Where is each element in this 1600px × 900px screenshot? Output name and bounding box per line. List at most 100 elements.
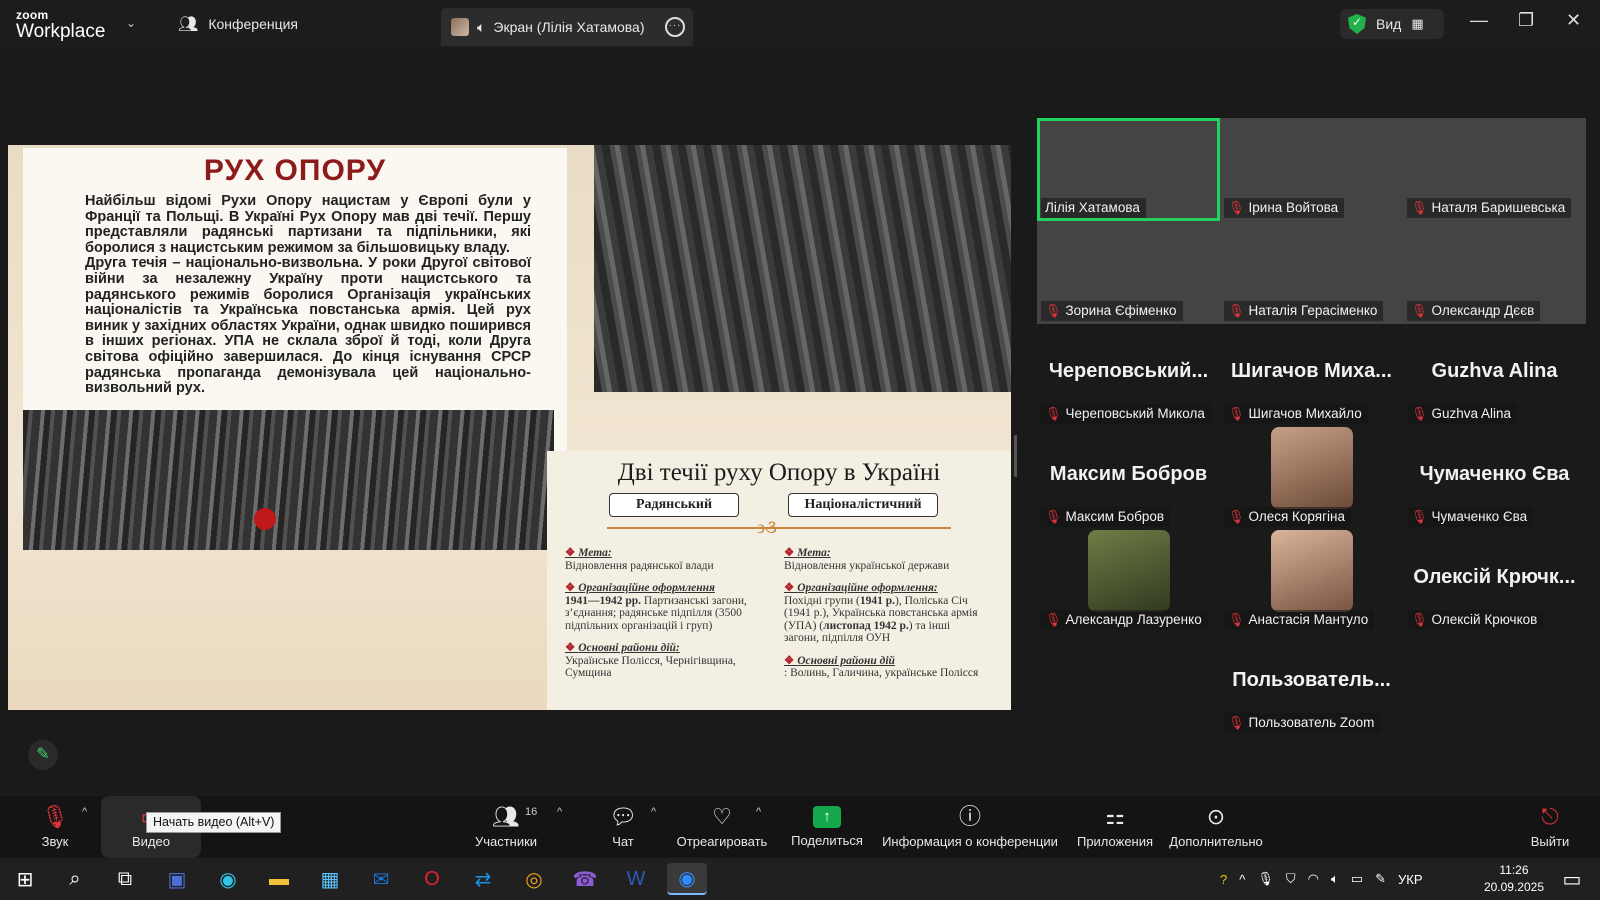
microphone-icon[interactable]: 🎙︎ bbox=[1257, 871, 1274, 887]
participant-tile[interactable]: 🎙︎ Зорина Єфіменко bbox=[1037, 221, 1220, 324]
participant-tile[interactable]: Лілія Хатамова bbox=[1037, 118, 1220, 221]
participant-name: Александр Лазуренко bbox=[1065, 612, 1202, 627]
participant-tile[interactable]: Шигачов Миха... 🎙︎ Шигачов Михайло bbox=[1220, 324, 1403, 427]
participants-caret-icon[interactable]: ^ bbox=[557, 806, 562, 818]
participant-tile[interactable]: Guzhva Alina 🎙︎ Guzhva Alina bbox=[1403, 324, 1586, 427]
areas-heading: Основні райони дій: bbox=[565, 642, 761, 655]
chat-button[interactable]: 💬︎ Чат bbox=[598, 796, 648, 858]
participant-name-tag: 🎙︎ Шигачов Михайло bbox=[1224, 404, 1368, 424]
speaker-icon: 🔈︎ bbox=[477, 18, 486, 35]
presentation-slide: РУХ ОПОРУ Найбільш відомі Рухи Опору нац… bbox=[8, 145, 1011, 710]
share-button[interactable]: ↑ Поделиться bbox=[784, 796, 870, 858]
more-icon: ⊙ bbox=[1206, 804, 1226, 829]
audio-button[interactable]: 🎙︎ Звук bbox=[30, 796, 80, 858]
meeting-info-button[interactable]: ⓘ Информация о конференции bbox=[880, 796, 1060, 858]
mic-muted-icon: 🎙︎ bbox=[1228, 612, 1245, 627]
participant-tile[interactable]: 🎙︎ Ірина Войтова bbox=[1220, 118, 1403, 221]
more-options-icon[interactable]: ··· bbox=[665, 17, 685, 37]
opera-icon[interactable]: O bbox=[412, 863, 452, 895]
mic-muted-icon: 🎙︎ bbox=[1045, 303, 1062, 318]
restore-icon[interactable]: ❐ bbox=[1518, 10, 1534, 31]
apps-label: Приложения bbox=[1076, 834, 1154, 849]
tab-screen-share[interactable]: 🔈︎ Экран (Лілія Хатамова) ··· bbox=[441, 8, 693, 46]
participant-tile[interactable]: Чумаченко Єва 🎙︎ Чумаченко Єва bbox=[1403, 427, 1586, 530]
more-button[interactable]: ⊙ Дополнительно bbox=[1166, 796, 1266, 858]
clock-date: 20.09.2025 bbox=[1483, 880, 1544, 894]
info-icon: ⓘ bbox=[958, 804, 981, 829]
help-icon[interactable]: ? bbox=[1220, 872, 1227, 887]
audio-options-caret-icon[interactable]: ^ bbox=[82, 806, 87, 818]
annotate-pencil-icon[interactable]: ✎ bbox=[28, 740, 58, 770]
participant-tile[interactable]: 🎙︎ Наталя Баришевська bbox=[1403, 118, 1586, 221]
presenter-thumb bbox=[451, 18, 469, 36]
participant-tile[interactable]: Максим Бобров 🎙︎ Максим Бобров bbox=[1037, 427, 1220, 530]
chrome-icon[interactable]: ◎ bbox=[514, 863, 554, 895]
keyboard-language[interactable]: УКР bbox=[1398, 872, 1423, 887]
search-icon[interactable]: ⌕ bbox=[55, 863, 95, 895]
store-icon[interactable]: ▦ bbox=[310, 863, 350, 895]
mic-muted-icon: 🎙︎ bbox=[1045, 509, 1062, 524]
windows-start-icon[interactable]: ⊞ bbox=[5, 863, 45, 895]
chevron-up-icon[interactable]: ^ bbox=[1239, 872, 1245, 887]
mic-muted-icon: 🎙︎ bbox=[1411, 509, 1428, 524]
task-view-icon[interactable]: ⧉ bbox=[105, 863, 145, 895]
view-button[interactable]: Вид ▦ bbox=[1340, 9, 1444, 39]
participant-tile[interactable]: 🎙︎ Наталія Герасіменко bbox=[1220, 221, 1403, 324]
logo-zoom-text: zoom bbox=[16, 8, 49, 22]
participant-name-tag: 🎙︎ Олександр Дєєв bbox=[1407, 301, 1541, 321]
volume-icon[interactable]: 🔈︎ bbox=[1331, 871, 1339, 887]
chat-caret-icon[interactable]: ^ bbox=[651, 806, 656, 818]
video-tooltip: Начать видео (Alt+V) bbox=[146, 812, 282, 833]
participant-name-tag: 🎙︎ Пользователь Zoom bbox=[1224, 713, 1381, 733]
tab-conference[interactable]: 👥︎ Конференция bbox=[168, 0, 438, 48]
participant-name: Пользователь Zoom bbox=[1248, 715, 1375, 730]
participant-tile[interactable]: Череповський... 🎙︎ Череповський Микола bbox=[1037, 324, 1220, 427]
file-explorer-icon[interactable]: ▬ bbox=[259, 863, 299, 895]
ornament-icon: ↄ૩ bbox=[757, 517, 777, 537]
participant-tile[interactable]: Олексій Крючк... 🎙︎ Олексій Крючков bbox=[1403, 530, 1586, 633]
mic-muted-icon: 🎙︎ bbox=[1228, 303, 1245, 318]
participant-name: Олександр Дєєв bbox=[1431, 303, 1535, 318]
notifications-icon[interactable]: ▭ bbox=[1552, 863, 1592, 895]
participant-name: Череповський Микола bbox=[1065, 406, 1205, 421]
battery-icon[interactable]: ▭ bbox=[1351, 871, 1363, 887]
zoom-taskbar-icon[interactable]: ◉ bbox=[667, 863, 707, 895]
viber-icon[interactable]: ☎ bbox=[565, 863, 605, 895]
apps-button[interactable]: ⚏ Приложения bbox=[1074, 796, 1156, 858]
participant-tile[interactable]: 🎙︎ Анастасія Мантуло bbox=[1220, 530, 1403, 633]
goal-heading: Мета: bbox=[784, 547, 984, 560]
defender-icon[interactable]: ⛉ bbox=[1286, 871, 1296, 887]
column-soviet: Мета: Відновлення радянської влади Орган… bbox=[565, 547, 761, 680]
slide-title: РУХ ОПОРУ bbox=[203, 154, 387, 187]
participant-tile[interactable]: Пользователь... 🎙︎ Пользователь Zoom bbox=[1220, 633, 1403, 736]
mic-muted-icon: 🎙︎ bbox=[1228, 406, 1245, 421]
outlook-icon[interactable]: ✉ bbox=[361, 863, 401, 895]
org-heading: Організаційне оформлення bbox=[565, 582, 761, 595]
poppy-icon bbox=[254, 508, 276, 530]
goal-text: Відновлення української держави bbox=[784, 559, 950, 572]
participant-tile[interactable]: 🎙︎ Александр Лазуренко bbox=[1037, 530, 1220, 633]
zoom-logo[interactable]: zoom Workplace bbox=[16, 9, 105, 41]
participant-name-tag: Лілія Хатамова bbox=[1041, 198, 1146, 218]
minimize-icon[interactable]: — bbox=[1470, 10, 1488, 31]
wifi-icon[interactable]: ◠ bbox=[1308, 871, 1319, 887]
save-app-icon[interactable]: ▣ bbox=[157, 863, 197, 895]
leave-button[interactable]: ⎋ Выйти bbox=[1526, 796, 1574, 858]
leave-label: Выйти bbox=[1530, 834, 1570, 849]
teamviewer-icon[interactable]: ⇄ bbox=[463, 863, 503, 895]
security-shield-icon[interactable] bbox=[1348, 14, 1366, 34]
chevron-down-icon[interactable]: ⌄ bbox=[126, 16, 136, 30]
goal-text: Відновлення радянської влади bbox=[565, 559, 714, 572]
participant-tile[interactable]: 🎙︎ Олеся Корягіна bbox=[1220, 427, 1403, 530]
participant-tile[interactable]: 🎙︎ Олександр Дєєв bbox=[1403, 221, 1586, 324]
mic-muted-icon: 🎙︎ bbox=[1411, 200, 1428, 215]
close-icon[interactable]: ✕ bbox=[1566, 10, 1581, 31]
share-screen-icon: ↑ bbox=[813, 806, 841, 828]
react-caret-icon[interactable]: ^ bbox=[756, 806, 761, 818]
edge-browser-icon[interactable]: ◉ bbox=[208, 863, 248, 895]
word-icon[interactable]: W bbox=[616, 863, 656, 895]
pen-icon[interactable]: ✎ bbox=[1375, 871, 1386, 887]
mic-muted-icon: 🎙︎ bbox=[1045, 612, 1062, 627]
taskbar-clock[interactable]: 11:26 20.09.2025 bbox=[1484, 862, 1544, 896]
heart-icon: ♡ bbox=[712, 804, 732, 829]
